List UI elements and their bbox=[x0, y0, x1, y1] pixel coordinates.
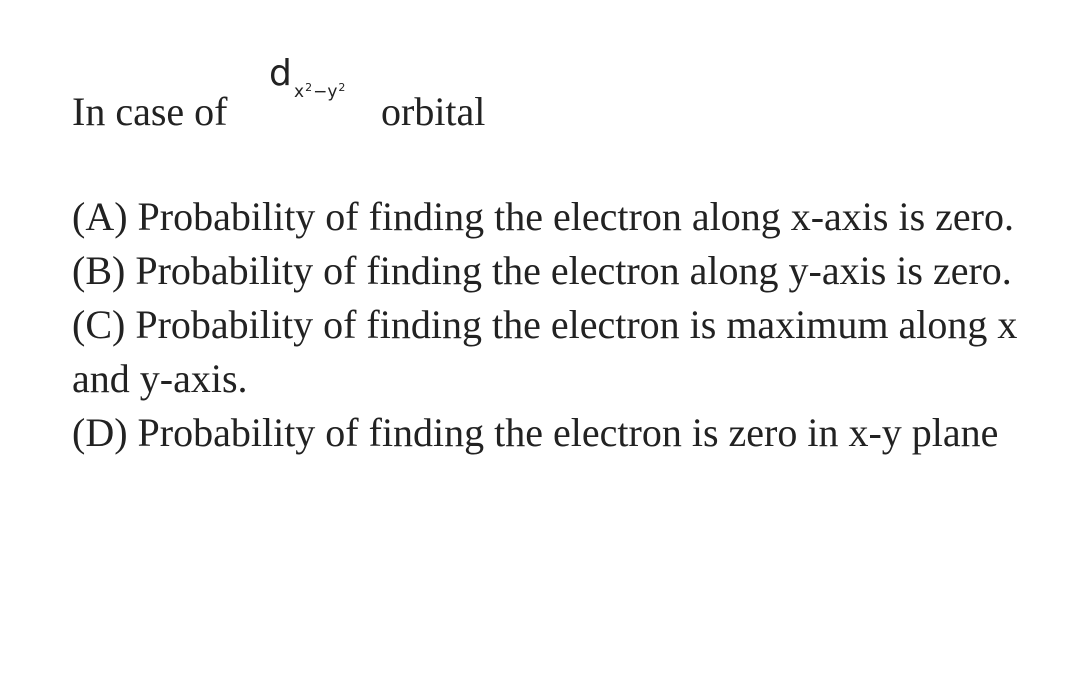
orbital-sup-2: 2 bbox=[338, 81, 346, 94]
option-c: (C) Probability of finding the electron … bbox=[72, 302, 1018, 401]
question-suffix: orbital bbox=[381, 89, 486, 134]
question-stem: In case of d x2−y2 orbital bbox=[72, 54, 972, 144]
orbital-minus: − bbox=[313, 82, 328, 102]
orbital-sub-y: y bbox=[327, 82, 338, 102]
options-list: (A) Probability of finding the electron … bbox=[72, 190, 1022, 460]
orbital-symbol: d x2−y2 bbox=[269, 54, 379, 124]
option-a: (A) Probability of finding the electron … bbox=[72, 194, 1014, 239]
orbital-subscript: x2−y2 bbox=[294, 81, 346, 104]
orbital-sup-1: 2 bbox=[305, 81, 313, 94]
orbital-letter: d bbox=[269, 53, 292, 94]
option-d: (D) Probability of finding the electron … bbox=[72, 410, 999, 455]
question-prefix: In case of bbox=[72, 89, 228, 134]
orbital-sub-x: x bbox=[294, 82, 305, 102]
option-b: (B) Probability of finding the electron … bbox=[72, 248, 1012, 293]
